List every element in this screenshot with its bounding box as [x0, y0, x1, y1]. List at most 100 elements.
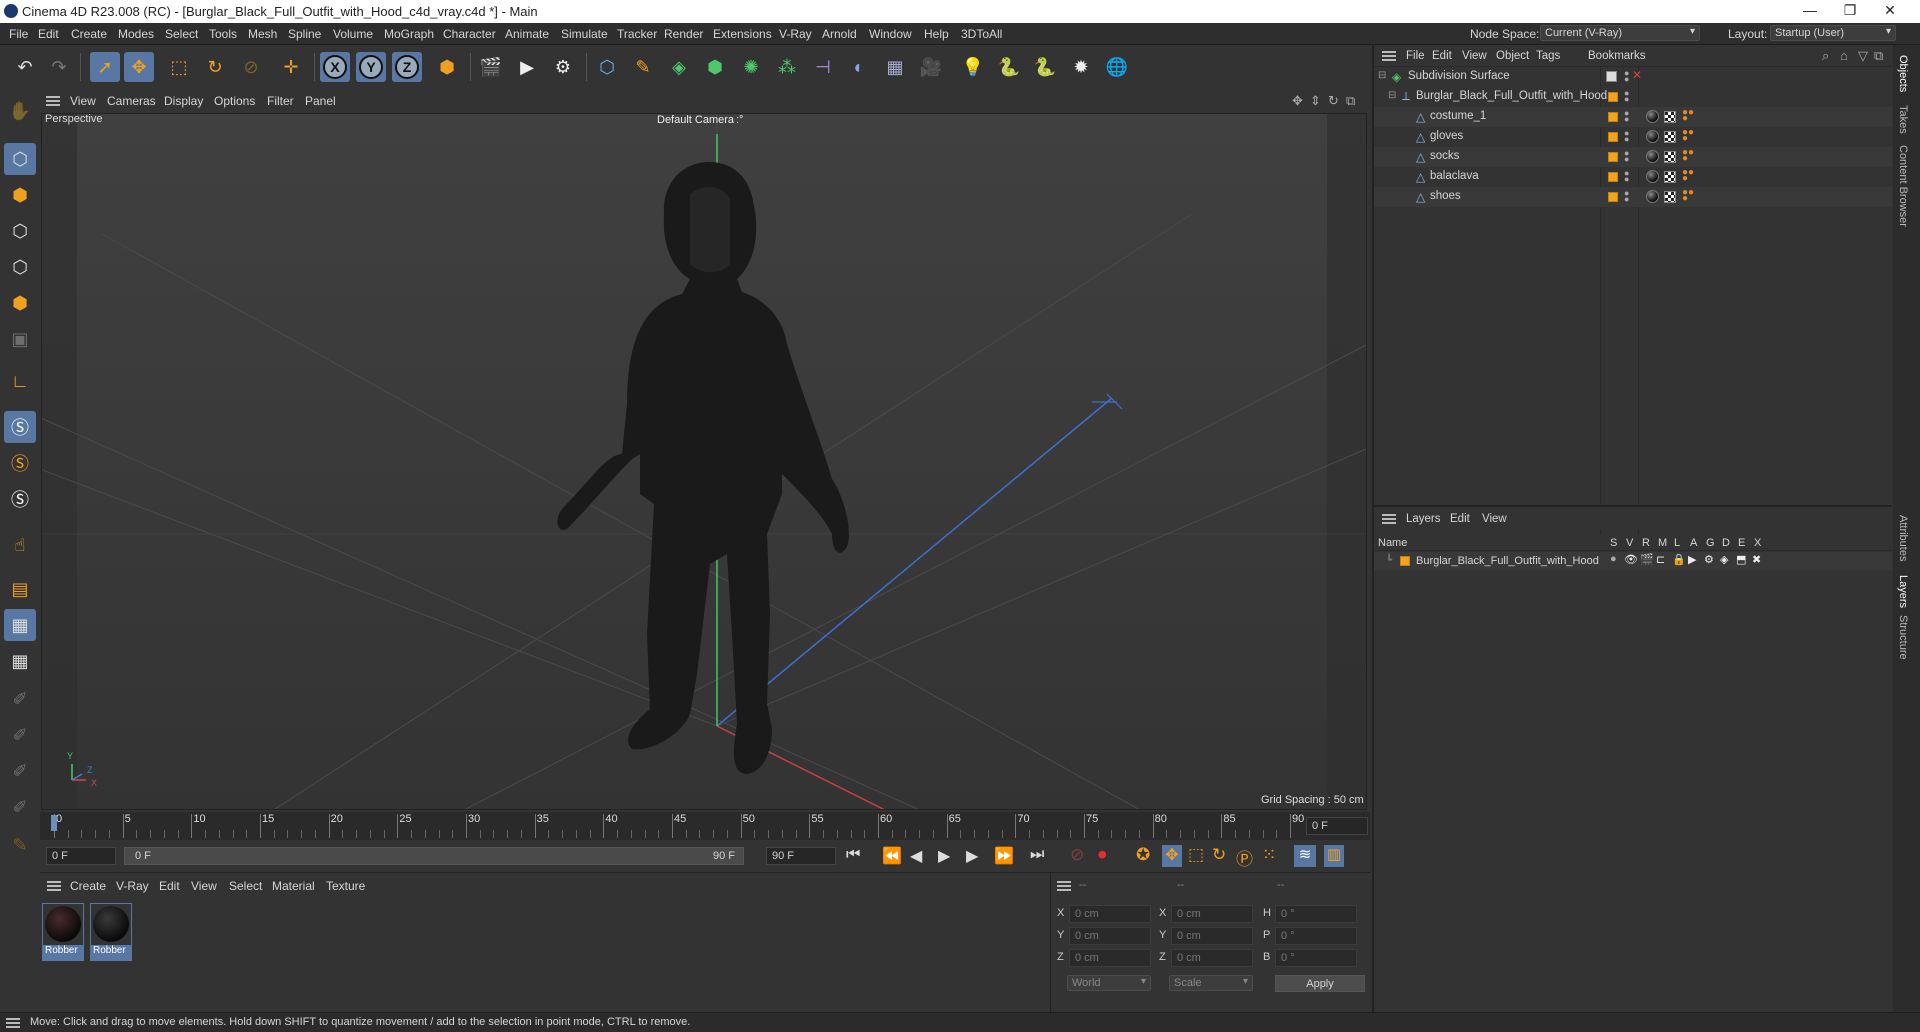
object-row-subdivision-surface[interactable]: ⊟ ◈ Subdivision Surface ● ● ✕ — [1374, 67, 1892, 87]
point-level-key-icon[interactable]: ⁙ — [1262, 845, 1276, 865]
render-region-icon[interactable]: 🎬 — [476, 52, 506, 82]
live-selection-icon[interactable]: ➚ — [90, 52, 120, 82]
menu-arnold[interactable]: Arnold — [822, 27, 857, 41]
viewport-maximize-icon[interactable]: ⧉ — [1346, 93, 1355, 109]
status-hamburger-icon[interactable] — [6, 1018, 20, 1028]
om-menu-view[interactable]: View — [1462, 50, 1487, 62]
menu-render[interactable]: Render — [664, 27, 703, 41]
uvw-tag-icon[interactable] — [1664, 171, 1676, 183]
polygons-mode-icon[interactable]: ⬢ — [4, 287, 36, 319]
viewport-menu-view[interactable]: View — [70, 94, 96, 108]
uvw-tag-icon[interactable] — [1664, 191, 1676, 203]
layers-menu-edit[interactable]: Edit — [1450, 513, 1470, 525]
timeline-ruler[interactable]: 0 5 10 15 20 25 30 35 40 45 50 55 60 65 70 75 80 85 90 0 F — [40, 812, 1370, 840]
menu-window[interactable]: Window — [869, 27, 912, 41]
viewport-menu-display[interactable]: Display — [164, 94, 203, 108]
menu-modes[interactable]: Modes — [118, 27, 154, 41]
timeline-window-icon[interactable]: ▥ — [1324, 845, 1344, 867]
editor-render-dots-icon[interactable]: ● ● — [1624, 109, 1629, 124]
layer-col-v[interactable]: V — [1626, 537, 1633, 549]
node-space-dropdown[interactable]: Current (V-Ray) — [1540, 25, 1700, 41]
collapse-icon[interactable]: ⊟ — [1388, 90, 1396, 101]
end-frame-field[interactable]: 90 F — [766, 847, 836, 865]
subdivision-generator-icon[interactable]: ◈ — [664, 52, 694, 82]
menu-edit[interactable]: Edit — [38, 27, 59, 41]
collapse-icon[interactable]: ⊟ — [1378, 70, 1386, 81]
menu-tracker[interactable]: Tracker — [617, 27, 657, 41]
object-row-gloves[interactable]: △ gloves ● ● ●● ● — [1374, 127, 1892, 147]
home-icon[interactable]: ⌂ — [1840, 48, 1848, 63]
layout-dropdown[interactable]: Startup (User) — [1770, 25, 1896, 41]
paint-icon[interactable]: ✐ — [4, 683, 36, 715]
editor-render-dots-icon[interactable]: ● ● — [1624, 129, 1629, 144]
camera-link-icon[interactable]: :° — [736, 114, 743, 126]
om-menu-file[interactable]: File — [1406, 50, 1425, 62]
vray-tag-icon[interactable]: ●● ● — [1682, 188, 1694, 204]
apply-button[interactable]: Apply — [1275, 975, 1365, 992]
sculpt-r-icon[interactable]: ✐ — [4, 755, 36, 787]
uvw-tag-icon[interactable] — [1664, 151, 1676, 163]
go-to-start-icon[interactable]: ⏮ — [846, 846, 860, 864]
vray-tag-icon[interactable]: ●● ● — [1682, 148, 1694, 164]
viewport-menu-panel[interactable]: Panel — [305, 94, 336, 108]
layer-manager-icon[interactable]: ⊏ — [1656, 553, 1665, 566]
menu-file[interactable]: File — [9, 27, 28, 41]
rot-h-field[interactable]: 0 ° — [1275, 905, 1357, 923]
frame-range-slider[interactable]: 0 F 90 F — [124, 847, 744, 865]
menu-select[interactable]: Select — [165, 27, 198, 41]
menu-animate[interactable]: Animate — [505, 27, 549, 41]
go-to-end-icon[interactable]: ⏭ — [1030, 846, 1044, 864]
transform-icon[interactable]: ✛ — [276, 52, 306, 82]
layer-col-m[interactable]: M — [1658, 537, 1667, 549]
object-row-shoes[interactable]: △ shoes ● ● ●● ● — [1374, 187, 1892, 207]
disable-icon[interactable]: ✕ — [1632, 68, 1642, 82]
cube-icon[interactable]: ⬡ — [592, 52, 622, 82]
layer-row-burglar[interactable]: ┗ Burglar_Black_Full_Outfit_with_Hood ● … — [1374, 552, 1892, 570]
layer-col-a[interactable]: A — [1690, 537, 1697, 549]
material-tag-icon[interactable] — [1646, 130, 1659, 143]
object-row-balaclava[interactable]: △ balaclava ● ● ●● ● — [1374, 167, 1892, 187]
autokey-icon[interactable]: ⏺ — [1098, 845, 1107, 865]
editor-render-dots-icon[interactable]: ● ● — [1624, 169, 1629, 184]
object-row-socks[interactable]: △ socks ● ● ●● ● — [1374, 147, 1892, 167]
make-editable-icon[interactable]: ✋ — [4, 95, 36, 127]
layer-expressions-icon[interactable]: ⬒ — [1736, 553, 1746, 566]
next-key-icon[interactable]: ⏩ — [994, 846, 1014, 866]
record-keys-icon[interactable]: ⊘ — [1070, 845, 1084, 865]
menu-help[interactable]: Help — [924, 27, 949, 41]
uvw-tag-icon[interactable] — [1664, 111, 1676, 123]
size-y-field[interactable]: 0 cm — [1171, 927, 1253, 945]
tweak-mode-icon[interactable]: ☝ — [4, 529, 36, 561]
layer-col-r[interactable]: R — [1642, 537, 1650, 549]
menu-3dtoall[interactable]: 3DToAll — [961, 27, 1002, 41]
menu-mograph[interactable]: MoGraph — [384, 27, 434, 41]
redo-icon[interactable]: ↷ — [44, 52, 74, 82]
recent-tool-icon[interactable]: ⊘ — [236, 52, 266, 82]
layer-color-swatch[interactable] — [1608, 152, 1618, 162]
menu-mesh[interactable]: Mesh — [248, 27, 277, 41]
x-axis-lock-icon[interactable]: X — [320, 52, 350, 82]
layer-color-swatch[interactable] — [1608, 172, 1618, 182]
coordinate-system-icon[interactable]: ⬢ — [432, 52, 462, 82]
current-frame-field[interactable]: 0 F — [1306, 817, 1368, 835]
uv-mode-icon[interactable]: ▣ — [4, 323, 36, 355]
field-icon[interactable]: ◐ — [844, 52, 874, 82]
pen-spline-icon[interactable]: ✎ — [628, 52, 658, 82]
tab-attributes[interactable]: Attributes — [1897, 515, 1909, 561]
filter-icon[interactable]: ▽ — [1858, 48, 1868, 64]
editor-render-dots-icon[interactable]: ● ● — [1624, 69, 1629, 84]
y-axis-lock-icon[interactable]: Y — [356, 52, 386, 82]
texture-mode-icon[interactable]: ⬢ — [4, 179, 36, 211]
motion-path-icon[interactable]: ≋ — [1294, 845, 1316, 867]
layer-col-e[interactable]: E — [1738, 537, 1745, 549]
editor-render-dots-icon[interactable]: ● ● — [1624, 89, 1629, 104]
edges-mode-icon[interactable]: ⬡ — [4, 251, 36, 283]
undo-icon[interactable]: ↶ — [10, 52, 40, 82]
layer-col-s[interactable]: S — [1610, 537, 1617, 549]
layer-color-swatch[interactable] — [1608, 112, 1618, 122]
menu-extensions[interactable]: Extensions — [713, 27, 772, 41]
size-z-field[interactable]: 0 cm — [1171, 949, 1253, 967]
layer-xrefs-icon[interactable]: ✖ — [1752, 553, 1761, 566]
layer-lock-icon[interactable]: 🔒 — [1672, 553, 1686, 566]
rotation-key-icon[interactable]: ↻ — [1212, 845, 1226, 865]
